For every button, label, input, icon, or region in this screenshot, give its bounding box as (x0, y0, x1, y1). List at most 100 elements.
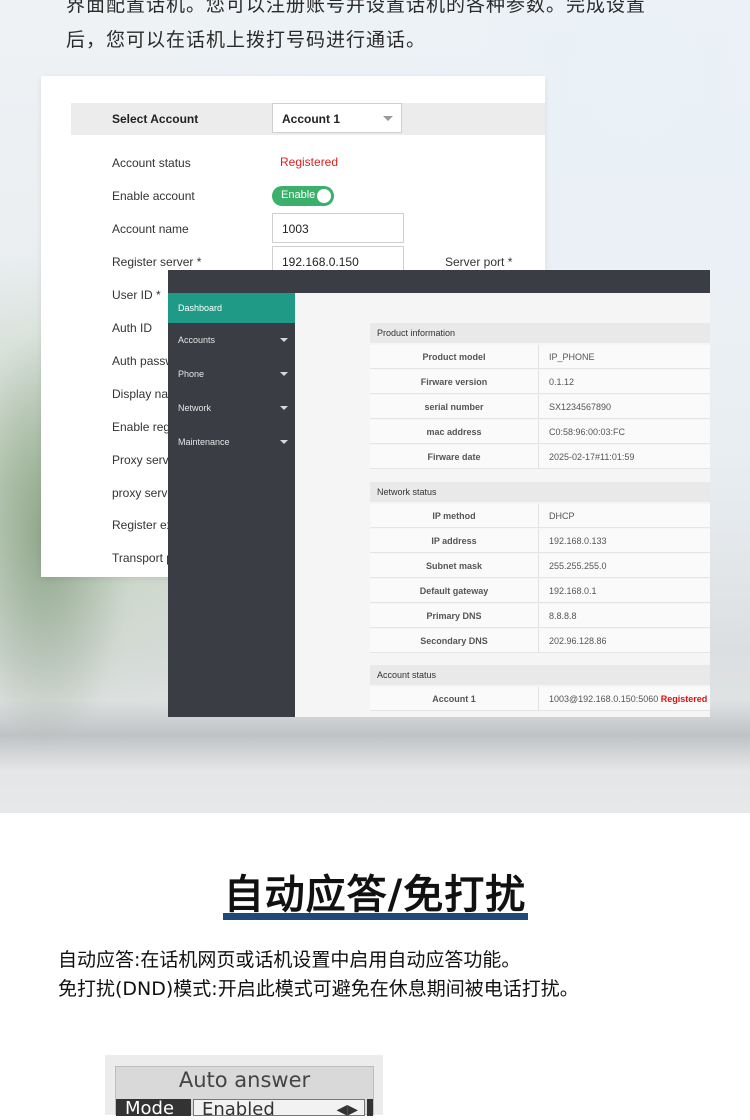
divider (538, 687, 539, 711)
chevron-down-icon (280, 406, 288, 410)
transport-label: Transport p (112, 551, 173, 565)
account-select-dropdown[interactable]: Account 1 (272, 103, 402, 133)
product-info-title: Product information (370, 323, 710, 343)
row-key: Account 1 (432, 694, 476, 704)
row-value: 8.8.8.8 (549, 611, 577, 621)
table-row: Product model IP_PHONE (370, 345, 710, 369)
dashboard-sidebar: Dashboard Accounts Phone Network Mainten… (168, 293, 295, 717)
row-value: DHCP (549, 511, 575, 521)
row-key: Subnet mask (425, 561, 483, 571)
intro-line-1: 界面配置话机。您可以注册账号并设置话机的各种参数。完成设置 (66, 0, 647, 16)
auth-id-label: Auth ID (112, 321, 153, 335)
account-name-input[interactable]: 1003 (272, 213, 404, 243)
mode-row: Mode Enabled ◀▶ (116, 1099, 373, 1120)
intro-line-2: 后，您可以在话机上拨打号码进行通话。 (66, 29, 427, 51)
divider (538, 395, 539, 419)
register-server-label: Register server * (112, 255, 202, 269)
table-row: Secondary DNS 202.96.128.86 (370, 629, 710, 653)
section-title-text: Network status (377, 487, 437, 497)
section-title: 自动应答/免打扰 (223, 872, 527, 918)
sidebar-item-accounts[interactable]: Accounts (168, 325, 295, 355)
row-value: 192.168.0.1 (549, 586, 597, 596)
row-key: IP address (431, 536, 477, 546)
divider (538, 445, 539, 469)
row-value: 1003@192.168.0.150:5060 Registered (549, 694, 707, 704)
scrollbar (367, 1099, 373, 1116)
account-status-label: Account status (112, 156, 191, 170)
chevron-down-icon (383, 116, 393, 121)
sidebar-item-label: Phone (178, 369, 205, 379)
user-id-label: User ID * (112, 288, 161, 302)
table-row: IP method DHCP (370, 504, 710, 528)
divider (538, 604, 539, 628)
row-key: mac address (426, 427, 482, 437)
table-row: serial number SX1234567890 (370, 395, 710, 419)
intro-text: 界面配置话机。您可以注册账号并设置话机的各种参数。完成设置 后，您可以在话机上拨… (66, 0, 706, 58)
divider (538, 629, 539, 653)
divider (538, 420, 539, 444)
account-name-value: 1003 (282, 222, 309, 236)
registered-status: Registered (660, 694, 708, 704)
table-row: Account 1 1003@192.168.0.150:5060 Regist… (370, 687, 710, 711)
chevron-down-icon (280, 440, 288, 444)
auto-answer-description: 自动应答:在话机网页或话机设置中启用自动应答功能。 (58, 949, 521, 971)
auth-password-label: Auth passw (112, 354, 175, 368)
dashboard-window: Dashboard Accounts Phone Network Mainten… (168, 270, 710, 717)
row-value: IP_PHONE (549, 352, 595, 362)
table-row: IP address 192.168.0.133 (370, 529, 710, 553)
divider (538, 579, 539, 603)
display-name-label: Display nar (112, 387, 173, 401)
mode-value-selector[interactable]: Enabled ◀▶ (193, 1099, 365, 1120)
divider (538, 345, 539, 369)
row-value: 202.96.128.86 (549, 636, 607, 646)
auto-answer-title: Auto answer (178, 1068, 311, 1092)
chevron-down-icon (280, 372, 288, 376)
divider (538, 529, 539, 553)
enable-reg-label: Enable reg (112, 420, 171, 434)
dashboard-topbar (168, 270, 710, 293)
feature-description: 自动应答:在话机网页或话机设置中启用自动应答功能。 免打扰(DND)模式:开启此… (58, 946, 718, 1004)
register-expire-label: Register ex (112, 518, 173, 532)
sidebar-item-label: Network (178, 403, 212, 413)
enable-account-label: Enable account (112, 189, 195, 203)
promo-banner: 界面配置话机。您可以注册账号并设置话机的各种参数。完成设置 后，您可以在话机上拨… (0, 0, 750, 813)
row-key: IP method (432, 511, 476, 521)
account-name-label: Account name (112, 222, 189, 236)
sidebar-item-dashboard[interactable]: Dashboard (168, 293, 295, 323)
account-address: 1003@192.168.0.150:5060 (549, 694, 659, 704)
dnd-description: 免打扰(DND)模式:开启此模式可避免在休息期间被电话打扰。 (58, 978, 579, 1000)
mode-value: Enabled (202, 1099, 275, 1120)
dashboard-main: Product information Product model IP_PHO… (295, 293, 710, 717)
row-value: SX1234567890 (549, 402, 612, 412)
row-value: 192.168.0.133 (549, 536, 607, 546)
sidebar-item-phone[interactable]: Phone (168, 359, 295, 389)
row-value: 255.255.255.0 (549, 561, 607, 571)
register-server-value: 192.168.0.150 (282, 255, 359, 269)
table-row: Firware version 0.1.12 (370, 370, 710, 394)
enable-account-toggle[interactable]: Enable (272, 186, 334, 206)
chevron-down-icon (280, 338, 288, 342)
account-status-value: Registered (280, 155, 339, 169)
divider (538, 504, 539, 528)
row-key: Product model (422, 352, 486, 362)
row-value: 0.1.12 (549, 377, 575, 387)
select-account-label: Select Account (112, 112, 199, 126)
toggle-knob (317, 189, 331, 203)
row-value: 2025-02-17#11:01:59 (549, 452, 635, 462)
section-title-text: Account status (377, 670, 437, 680)
server-port-label: Server port * (445, 255, 513, 269)
account-status-title: Account status (370, 665, 710, 685)
sidebar-item-maintenance[interactable]: Maintenance (168, 427, 295, 457)
sidebar-item-label: Accounts (178, 335, 216, 345)
section-title-text: Product information (377, 328, 456, 338)
phone-lcd-screen: Auto answer Mode Enabled ◀▶ (105, 1055, 383, 1120)
row-value: C0:58:96:00:03:FC (549, 427, 626, 437)
title-underline (223, 913, 528, 920)
divider (538, 370, 539, 394)
select-account-header: Select Account Account 1 (71, 103, 545, 135)
sidebar-item-network[interactable]: Network (168, 393, 295, 423)
row-key: Firware date (427, 452, 481, 462)
row-key: Secondary DNS (420, 636, 488, 646)
proxy-server-label: Proxy serv (112, 453, 169, 467)
proxy-server-label-2: proxy serve (112, 486, 175, 500)
